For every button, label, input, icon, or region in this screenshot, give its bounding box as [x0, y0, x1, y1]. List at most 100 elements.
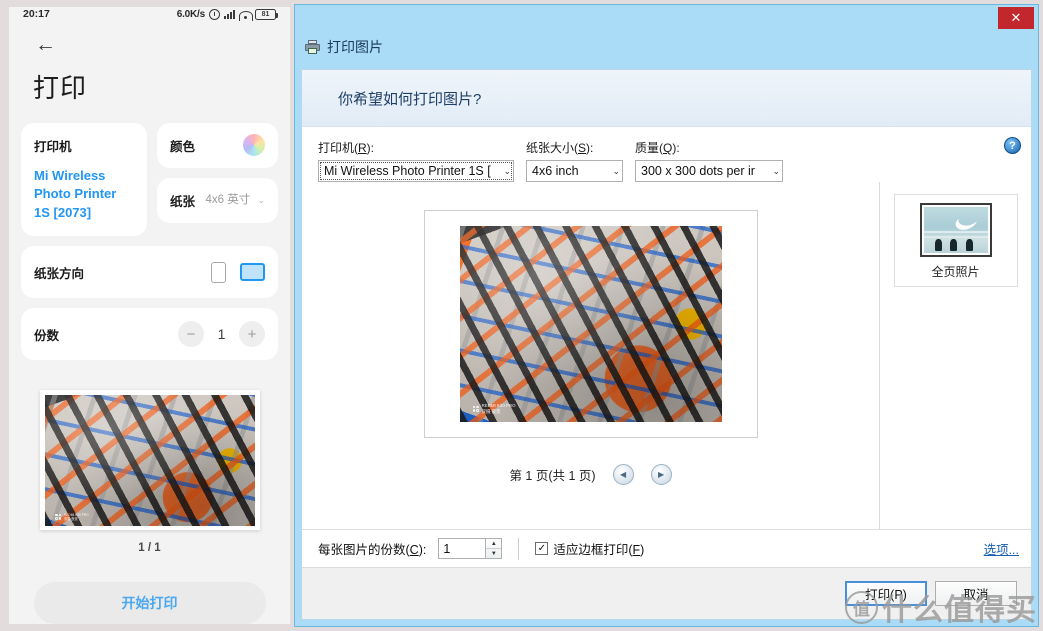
paper-size-select[interactable]: 4x6 inch ⌄ [526, 160, 623, 182]
printer-field: 打印机(R): Mi Wireless Photo Printer 1S [ ⌄ [318, 139, 514, 182]
back-row: ← [9, 22, 290, 56]
camera-dots-icon [55, 513, 61, 520]
help-icon[interactable]: ? [1004, 137, 1021, 154]
dialog-titlebar: 打印图片 [295, 31, 383, 63]
copies-card-label: 份数 [34, 328, 60, 343]
paper-size-field-label: 纸张大小(S): [526, 141, 594, 155]
orientation-toggle-group [211, 261, 265, 283]
chevron-down-icon: ⌄ [612, 165, 620, 176]
layout-thumbnail [919, 203, 992, 257]
camera-watermark: REDMI K30 PRO 双摄 夜景 [55, 513, 89, 521]
page-title: 打印 [33, 72, 88, 103]
network-speed: 6.0K/s [176, 8, 205, 20]
status-icons: 6.0K/s 81 [176, 8, 278, 22]
mobile-photo-image: REDMI K30 PRO 双摄 夜景 [44, 395, 255, 526]
printer-card-value: Mi Wireless Photo Printer 1S [2073] [34, 167, 117, 220]
copies-increment-button[interactable]: + [239, 321, 265, 347]
printer-field-label: 打印机(R): [318, 141, 375, 155]
options-bar: 每张图片的份数(C): ▲ ▼ ✓ 适应边框打印(F) 选项... [302, 529, 1031, 567]
camera-watermark-text: REDMI K30 PRO 双摄 夜景 [481, 403, 516, 414]
copies-card: 份数 − 1 + [21, 308, 278, 360]
battery-icon: 81 [255, 8, 278, 20]
print-pictures-dialog: ✕ 打印图片 你希望如何打印图片? 打印机(R): Mi Wireless Ph… [294, 4, 1039, 627]
copies-per-picture-stepper: ▲ ▼ [438, 538, 503, 559]
mobile-print-panel: 20:17 6.0K/s 81 ← 打印 打印机 Mi Wireless Pho… [9, 7, 290, 624]
mobile-page-indicator: 1 / 1 [138, 542, 161, 554]
back-arrow-icon[interactable]: ← [35, 33, 56, 56]
cancel-button[interactable]: 取消 [935, 581, 1017, 606]
quality-select[interactable]: 300 x 300 dots per ir ⌄ [635, 160, 783, 182]
fit-frame-label: 适应边框打印(F) [553, 543, 645, 557]
alarm-icon [209, 8, 220, 20]
printer-select-value: Mi Wireless Photo Printer 1S [ [324, 164, 491, 178]
layout-item-full-page-photo[interactable]: 全页照片 [893, 194, 1018, 287]
landscape-icon[interactable] [240, 263, 265, 281]
layout-item-label: 全页照片 [931, 265, 980, 279]
chevron-down-icon: ⌄ [503, 165, 511, 176]
mobile-preview-area: REDMI K30 PRO 双摄 夜景 1 / 1 开始打印 [9, 360, 290, 624]
layout-list-column: 全页照片 [879, 182, 1031, 529]
fit-frame-checkbox[interactable]: ✓ 适应边框打印(F) [535, 539, 644, 558]
printer-card-label: 打印机 [34, 139, 72, 154]
wifi-icon [239, 9, 253, 22]
preview-page-sheet: REDMI K30 PRO 双摄 夜景 [423, 210, 758, 438]
dialog-caption-bar: ✕ 打印图片 [295, 5, 1038, 69]
quality-field: 质量(Q): 300 x 300 dots per ir ⌄ [635, 139, 783, 182]
dialog-main-area: REDMI K30 PRO 双摄 夜景 第 1 页(共 1 页) ◀ ▶ 全页照… [302, 182, 1031, 529]
copies-stepper: − 1 + [178, 321, 265, 347]
chevron-down-icon: ⌄ [772, 165, 780, 176]
dialog-banner: 你希望如何打印图片? [302, 70, 1031, 127]
copies-decrement-button[interactable]: − [178, 321, 204, 347]
signal-icon [224, 9, 235, 20]
copies-per-picture-input[interactable] [438, 538, 486, 559]
mobile-photo-preview: REDMI K30 PRO 双摄 夜景 [39, 390, 260, 530]
paper-size-field: 纸张大小(S): 4x6 inch ⌄ [526, 139, 623, 182]
moon-icon [956, 207, 981, 227]
previous-page-button[interactable]: ◀ [612, 464, 634, 485]
printer-select[interactable]: Mi Wireless Photo Printer 1S [ ⌄ [318, 160, 514, 182]
settings-cards: 打印机 Mi Wireless Photo Printer 1S [2073] … [9, 122, 290, 360]
paper-size-select-value: 4x6 inch [532, 164, 579, 178]
print-preview-column: REDMI K30 PRO 双摄 夜景 第 1 页(共 1 页) ◀ ▶ [302, 182, 879, 529]
checkbox-check-icon: ✓ [535, 542, 549, 555]
copies-value: 1 [217, 326, 226, 342]
camera-dots-icon [472, 405, 479, 412]
printer-icon [305, 40, 320, 54]
preview-photo: REDMI K30 PRO 双摄 夜景 [459, 226, 722, 422]
dialog-body: 你希望如何打印图片? 打印机(R): Mi Wireless Photo Pri… [301, 69, 1032, 620]
camera-watermark-text: REDMI K30 PRO 双摄 夜景 [64, 512, 89, 521]
color-wheel-icon [243, 134, 265, 157]
paper-card[interactable]: 纸张 4x6 英寸 ⌄ [157, 177, 278, 223]
cards-col-right: 颜色 纸张 4x6 英寸 ⌄ [157, 122, 278, 236]
print-button[interactable]: 打印(P) [845, 581, 927, 606]
quality-select-value: 300 x 300 dots per ir [641, 164, 755, 178]
color-card[interactable]: 颜色 [157, 122, 278, 168]
cards-row-top: 打印机 Mi Wireless Photo Printer 1S [2073] … [21, 122, 278, 236]
close-icon[interactable]: ✕ [998, 7, 1034, 29]
preview-pager: 第 1 页(共 1 页) ◀ ▶ [509, 464, 672, 485]
banner-text: 你希望如何打印图片? [338, 90, 482, 108]
quality-field-label: 质量(Q): [635, 141, 680, 155]
options-link[interactable]: 选项... [984, 539, 1019, 558]
camera-watermark: REDMI K30 PRO 双摄 夜景 [472, 403, 516, 414]
orientation-card-label: 纸张方向 [34, 266, 85, 281]
spinner-down-icon[interactable]: ▼ [486, 549, 501, 558]
chevron-down-icon: ⌄ [257, 194, 265, 205]
copies-per-picture-label: 每张图片的份数(C): [318, 543, 427, 557]
color-card-label: 颜色 [170, 139, 196, 154]
status-bar: 20:17 6.0K/s 81 [9, 7, 290, 22]
divider [518, 537, 520, 560]
status-time: 20:17 [23, 8, 50, 21]
start-print-button[interactable]: 开始打印 [33, 582, 266, 624]
paper-card-value: 4x6 英寸 [205, 193, 251, 206]
dialog-title: 打印图片 [327, 39, 383, 55]
portrait-icon[interactable] [211, 261, 226, 283]
orientation-card: 纸张方向 [21, 246, 278, 298]
next-page-button[interactable]: ▶ [650, 464, 672, 485]
paper-card-label: 纸张 [170, 194, 196, 209]
spinner-up-icon[interactable]: ▲ [486, 539, 502, 549]
pager-text: 第 1 页(共 1 页) [509, 469, 596, 483]
printer-card[interactable]: 打印机 Mi Wireless Photo Printer 1S [2073] [21, 122, 147, 236]
dialog-footer: 打印(P) 取消 [302, 567, 1031, 619]
spinner-arrows: ▲ ▼ [485, 538, 503, 559]
